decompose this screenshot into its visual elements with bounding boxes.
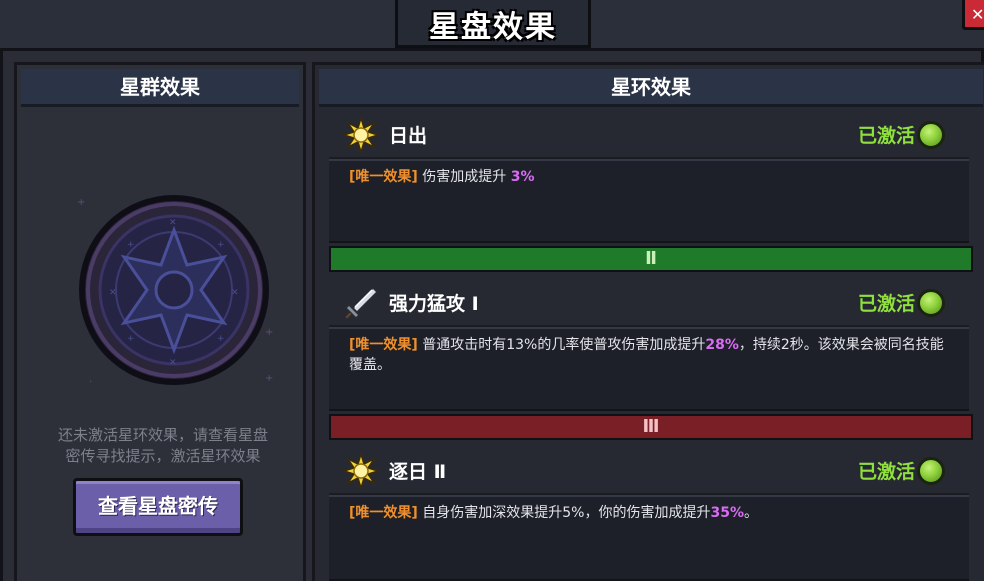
status-orb-icon bbox=[917, 457, 945, 485]
effect-description-box: [唯一效果] 伤害加成提升 3% bbox=[329, 159, 969, 243]
sun-icon bbox=[341, 115, 381, 155]
constellation-panel: 星群效果 ✕ ✕ ✕ ✕ + + + + + + + · 还未激活星环效果，请查… bbox=[14, 62, 306, 581]
effect-name: 强力猛攻 Ⅰ bbox=[389, 293, 479, 315]
status-label: 已激活 bbox=[857, 125, 915, 147]
desc-text: 普通攻击时有13%的几率使普攻伤害加成提升 bbox=[417, 337, 706, 353]
svg-text:+: + bbox=[217, 334, 225, 344]
star-ring-header: 星环效果 bbox=[319, 69, 983, 107]
window-title: 星盘效果 bbox=[429, 10, 557, 45]
svg-text:+: + bbox=[127, 334, 135, 344]
effect-row: 逐日 Ⅱ 已激活 bbox=[329, 451, 969, 493]
svg-text:✕: ✕ bbox=[109, 288, 117, 298]
constellation-header: 星群效果 bbox=[21, 69, 299, 107]
hint-line: 还未激活星环效果，请查看星盘 bbox=[57, 426, 268, 444]
svg-text:+: + bbox=[265, 327, 273, 338]
view-star-disc-secret-button[interactable]: 查看星盘密传 bbox=[73, 478, 243, 536]
status-label: 已激活 bbox=[857, 293, 915, 315]
effect-row: 日出 已激活 bbox=[329, 115, 969, 157]
effect-description: [唯一效果] 自身伤害加深效果提升5%，你的伤害加成提升35%。 bbox=[349, 503, 949, 523]
svg-text:·: · bbox=[89, 377, 92, 388]
svg-text:+: + bbox=[217, 240, 225, 250]
effect-tag: [唯一效果] bbox=[349, 505, 418, 521]
status-orb-icon bbox=[917, 289, 945, 317]
sword-icon bbox=[343, 285, 379, 321]
status-orb-icon bbox=[917, 121, 945, 149]
effect-description: [唯一效果] 普通攻击时有13%的几率使普攻伤害加成提升28%，持续2秒。该效果… bbox=[349, 335, 949, 375]
tier-2-bar: Ⅱ bbox=[329, 246, 973, 272]
effect-description-box: [唯一效果] 自身伤害加深效果提升5%，你的伤害加成提升35%。 bbox=[329, 495, 969, 581]
effect-row: 强力猛攻 Ⅰ 已激活 bbox=[329, 283, 969, 325]
svg-text:✕: ✕ bbox=[169, 218, 177, 228]
star-ring-panel: 星环效果 日出 已激活 [唯一效果] 伤害加成提升 3% Ⅱ 强力猛攻 Ⅰ 已激… bbox=[312, 62, 984, 581]
effect-name: 逐日 Ⅱ bbox=[389, 461, 447, 483]
desc-text: 自身伤害加深效果提升5%，你的伤害加成提升 bbox=[417, 505, 711, 521]
desc-highlight: 35% bbox=[710, 505, 744, 521]
tier-3-bar: Ⅲ bbox=[329, 414, 973, 440]
effect-name: 日出 bbox=[389, 125, 428, 147]
sun-icon bbox=[341, 451, 381, 491]
effect-tag: [唯一效果] bbox=[349, 337, 418, 353]
hint-line: 密传寻找提示，激活星环效果 bbox=[65, 447, 261, 465]
close-button[interactable]: ✕ bbox=[962, 0, 984, 30]
svg-text:✕: ✕ bbox=[169, 358, 177, 368]
effect-description-box: [唯一效果] 普通攻击时有13%的几率使普攻伤害加成提升28%，持续2秒。该效果… bbox=[329, 327, 969, 411]
desc-highlight: 28% bbox=[705, 337, 739, 353]
status-label: 已激活 bbox=[857, 461, 915, 483]
desc-text: 伤害加成提升 bbox=[417, 169, 511, 185]
effect-tag: [唯一效果] bbox=[349, 169, 418, 185]
effect-description: [唯一效果] 伤害加成提升 3% bbox=[349, 167, 949, 187]
title-tab: 星盘效果 bbox=[395, 0, 591, 48]
svg-text:+: + bbox=[127, 240, 135, 250]
star-disc-window: 星盘效果 ✕ 星群效果 ✕ ✕ ✕ ✕ + + + + + + + · 还未激活… bbox=[0, 0, 984, 581]
desc-text: 。 bbox=[743, 505, 758, 521]
svg-text:+: + bbox=[77, 197, 85, 208]
constellation-hint: 还未激活星环效果，请查看星盘 密传寻找提示，激活星环效果 bbox=[27, 425, 299, 467]
close-icon[interactable]: ✕ bbox=[971, 5, 984, 24]
desc-highlight: 3% bbox=[510, 169, 535, 185]
star-disc-icon: ✕ ✕ ✕ ✕ + + + + + + + · bbox=[69, 185, 279, 395]
svg-text:✕: ✕ bbox=[231, 288, 239, 298]
svg-text:+: + bbox=[265, 373, 273, 384]
